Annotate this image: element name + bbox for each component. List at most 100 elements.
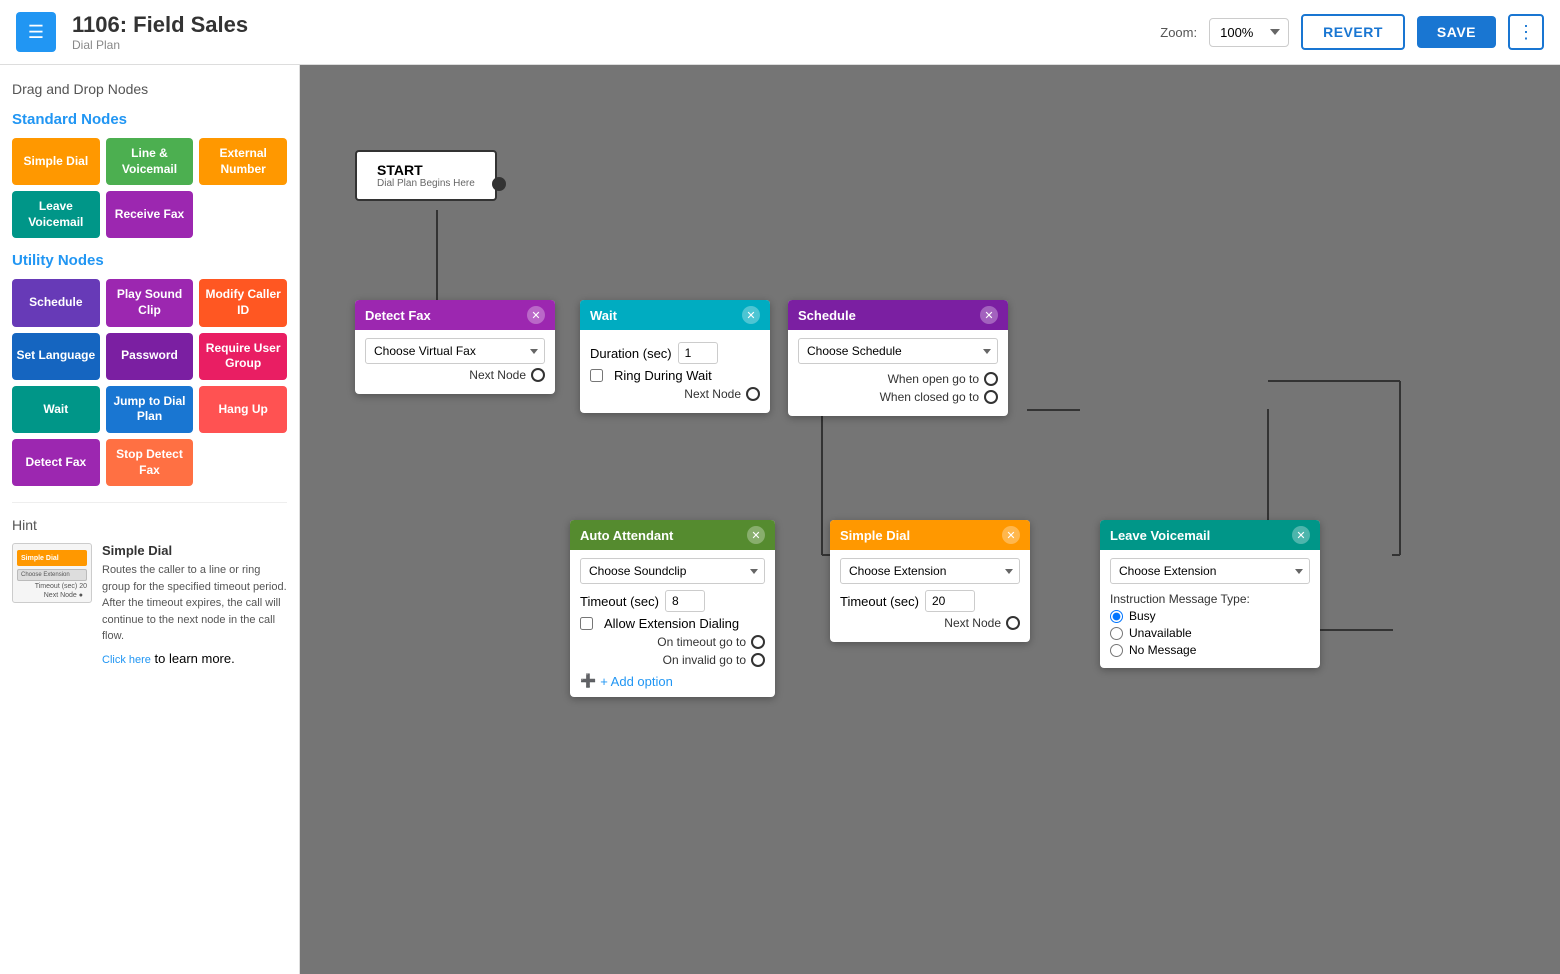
leave-voicemail-busy-row: Busy [1110, 609, 1310, 623]
node-simple-dial[interactable]: Simple Dial [12, 138, 100, 185]
leave-voicemail-close[interactable]: ✕ [1292, 526, 1310, 544]
detect-fax-next-node: Next Node [365, 368, 545, 382]
node-hang-up[interactable]: Hang Up [199, 386, 287, 433]
detect-fax-node: Detect Fax ✕ Choose Virtual Fax Next Nod… [355, 300, 555, 394]
node-password[interactable]: Password [106, 333, 194, 380]
leave-voicemail-busy-radio[interactable] [1110, 610, 1123, 623]
simple-dial-node: Simple Dial ✕ Choose Extension Timeout (… [830, 520, 1030, 642]
wait-next-node: Next Node [590, 387, 760, 401]
add-option-label: + Add option [600, 674, 673, 689]
add-option-button[interactable]: ➕ + Add option [580, 673, 673, 689]
wait-duration-row: Duration (sec) [590, 342, 760, 364]
auto-attendant-invalid-go-label: On invalid go to [663, 653, 746, 667]
hint-node-title: Simple Dial [102, 543, 287, 558]
node-schedule[interactable]: Schedule [12, 279, 100, 326]
detect-fax-next-connector[interactable] [531, 368, 545, 382]
leave-voicemail-select[interactable]: Choose Extension [1110, 558, 1310, 584]
node-receive-fax[interactable]: Receive Fax [106, 191, 194, 238]
auto-attendant-timeout-input[interactable] [665, 590, 705, 612]
start-label: START [377, 162, 475, 178]
schedule-open-connector[interactable] [984, 372, 998, 386]
node-set-language[interactable]: Set Language [12, 333, 100, 380]
wait-next-connector[interactable] [746, 387, 760, 401]
menu-button[interactable]: ☰ [16, 12, 56, 52]
node-require-user-group[interactable]: Require User Group [199, 333, 287, 380]
main-layout: Drag and Drop Nodes Standard Nodes Simpl… [0, 65, 1560, 974]
header: ☰ 1106: Field Sales Dial Plan Zoom: 100%… [0, 0, 1560, 65]
auto-attendant-invalid-connector[interactable] [751, 653, 765, 667]
detect-fax-body: Choose Virtual Fax Next Node [355, 330, 555, 394]
node-external-number[interactable]: External Number [199, 138, 287, 185]
more-button[interactable]: ⋮ [1508, 14, 1544, 50]
auto-attendant-extension-checkbox[interactable] [580, 617, 593, 630]
auto-attendant-timeout-connector[interactable] [751, 635, 765, 649]
node-leave-voicemail[interactable]: Leave Voicemail [12, 191, 100, 238]
node-line-voicemail[interactable]: Line & Voicemail [106, 138, 194, 185]
start-sublabel: Dial Plan Begins Here [377, 178, 475, 189]
simple-dial-close[interactable]: ✕ [1002, 526, 1020, 544]
drag-drop-title: Drag and Drop Nodes [12, 81, 287, 97]
wait-duration-input[interactable] [678, 342, 718, 364]
hint-description: Routes the caller to a line or ring grou… [102, 562, 287, 645]
canvas[interactable]: START Dial Plan Begins Here Detect Fax ✕… [300, 65, 1560, 974]
leave-voicemail-nomsg-label: No Message [1129, 643, 1196, 657]
leave-voicemail-header: Leave Voicemail ✕ [1100, 520, 1320, 550]
schedule-body: Choose Schedule When open go to When clo… [788, 330, 1008, 416]
node-detect-fax[interactable]: Detect Fax [12, 439, 100, 486]
auto-attendant-timeout-label: Timeout (sec) [580, 594, 659, 609]
start-connector [492, 175, 506, 191]
save-button[interactable]: SAVE [1417, 16, 1496, 48]
simple-dial-timeout-input[interactable] [925, 590, 975, 612]
simple-dial-timeout-row: Timeout (sec) [840, 590, 1020, 612]
auto-attendant-invalid-go: On invalid go to [580, 653, 765, 667]
sidebar: Drag and Drop Nodes Standard Nodes Simpl… [0, 65, 300, 974]
leave-voicemail-unavailable-radio[interactable] [1110, 627, 1123, 640]
schedule-select[interactable]: Choose Schedule [798, 338, 998, 364]
node-modify-caller-id[interactable]: Modify Caller ID [199, 279, 287, 326]
auto-attendant-select[interactable]: Choose Soundclip [580, 558, 765, 584]
detect-fax-select[interactable]: Choose Virtual Fax [365, 338, 545, 364]
revert-button[interactable]: REVERT [1301, 14, 1405, 50]
node-wait[interactable]: Wait [12, 386, 100, 433]
header-controls: Zoom: 100% 50% 75% 125% 150% REVERT SAVE… [1160, 14, 1544, 50]
schedule-closed-connector[interactable] [984, 390, 998, 404]
detect-fax-title: Detect Fax [365, 308, 431, 323]
schedule-header: Schedule ✕ [788, 300, 1008, 330]
add-option-icon: ➕ [580, 673, 596, 689]
wait-close[interactable]: ✕ [742, 306, 760, 324]
simple-dial-header: Simple Dial ✕ [830, 520, 1030, 550]
leave-voicemail-nomsg-radio[interactable] [1110, 644, 1123, 657]
node-stop-detect-fax[interactable]: Stop Detect Fax [106, 439, 194, 486]
wait-node: Wait ✕ Duration (sec) Ring During Wait N… [580, 300, 770, 413]
auto-attendant-extension-row: Allow Extension Dialing [580, 616, 765, 631]
auto-attendant-close[interactable]: ✕ [747, 526, 765, 544]
simple-dial-select[interactable]: Choose Extension [840, 558, 1020, 584]
hint-link[interactable]: Click here [102, 654, 151, 666]
schedule-closed-label: When closed go to [880, 390, 979, 404]
hint-section: Hint Simple Dial Choose Extension Timeou… [12, 502, 287, 666]
page-title: 1106: Field Sales [72, 12, 1160, 38]
wait-ring-checkbox[interactable] [590, 369, 603, 382]
detect-fax-close[interactable]: ✕ [527, 306, 545, 324]
detect-fax-header: Detect Fax ✕ [355, 300, 555, 330]
simple-dial-next-node: Next Node [840, 616, 1020, 630]
auto-attendant-timeout-row: Timeout (sec) [580, 590, 765, 612]
simple-dial-next-connector[interactable] [1006, 616, 1020, 630]
schedule-node: Schedule ✕ Choose Schedule When open go … [788, 300, 1008, 416]
leave-voicemail-node: Leave Voicemail ✕ Choose Extension Instr… [1100, 520, 1320, 668]
zoom-select[interactable]: 100% 50% 75% 125% 150% [1209, 18, 1289, 47]
simple-dial-next-label: Next Node [944, 616, 1001, 630]
auto-attendant-title: Auto Attendant [580, 528, 673, 543]
wait-header: Wait ✕ [580, 300, 770, 330]
leave-voicemail-unavailable-row: Unavailable [1110, 626, 1310, 640]
simple-dial-title: Simple Dial [840, 528, 910, 543]
node-play-sound-clip[interactable]: Play Sound Clip [106, 279, 194, 326]
wait-title: Wait [590, 308, 617, 323]
schedule-closed-row: When closed go to [798, 390, 998, 404]
schedule-close[interactable]: ✕ [980, 306, 998, 324]
standard-nodes-grid: Simple Dial Line & Voicemail External Nu… [12, 138, 287, 238]
wait-next-label: Next Node [684, 387, 741, 401]
leave-voicemail-nomsg-row: No Message [1110, 643, 1310, 657]
node-jump-dial-plan[interactable]: Jump to Dial Plan [106, 386, 194, 433]
wait-ring-label: Ring During Wait [614, 368, 712, 383]
